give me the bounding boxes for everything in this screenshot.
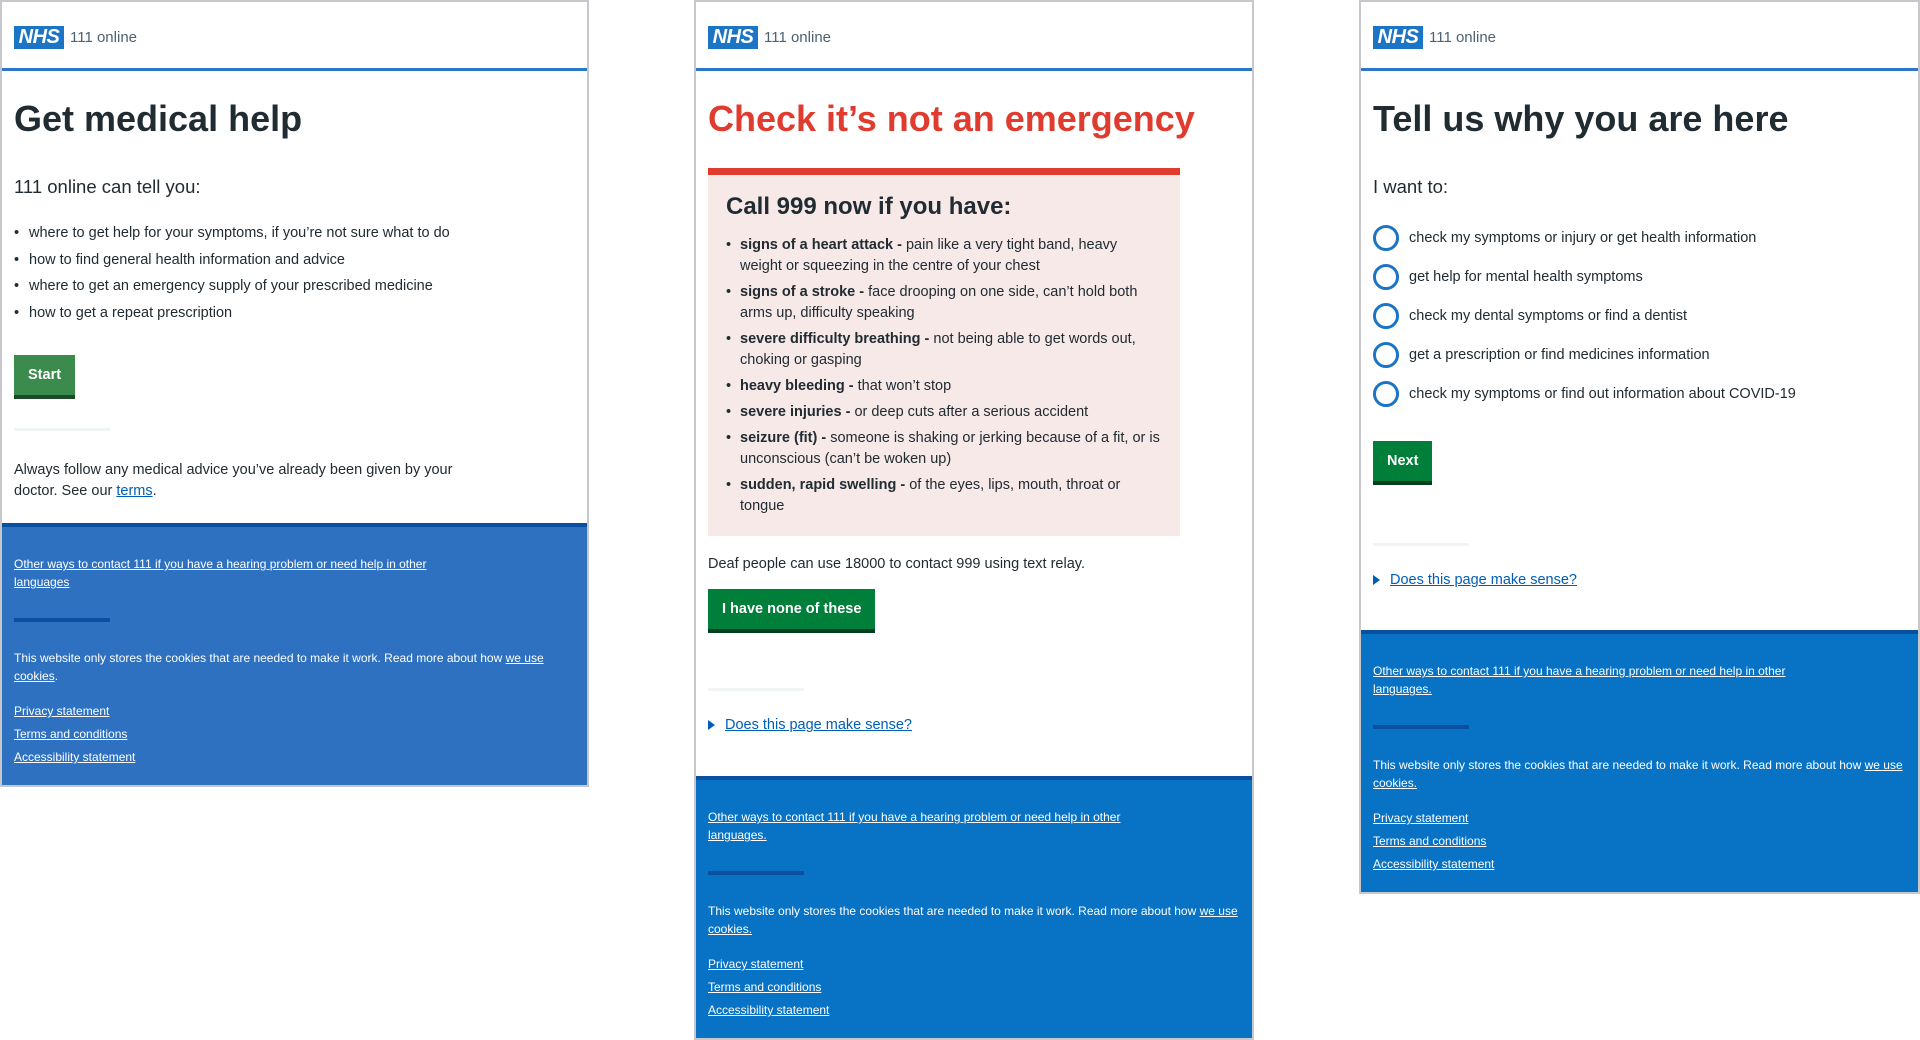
home-link[interactable]: NHS 111 online bbox=[708, 26, 831, 49]
panel-get-medical-help: NHS 111 online Get medical help 111 onli… bbox=[0, 0, 589, 787]
next-button[interactable]: Next bbox=[1373, 441, 1433, 486]
accessibility-statement-link[interactable]: Accessibility statement bbox=[708, 999, 1240, 1022]
reason-radio-group: check my symptoms or injury or get healt… bbox=[1373, 218, 1906, 413]
list-item: where to get help for your symptoms, if … bbox=[14, 220, 575, 247]
page-title: Check it’s not an emergency bbox=[708, 98, 1195, 139]
terms-conditions-link[interactable]: Terms and conditions bbox=[1373, 830, 1906, 853]
header: NHS 111 online bbox=[696, 2, 1252, 71]
emergency-item: heavy bleeding - that won’t stop bbox=[726, 376, 1162, 397]
panel-reason: NHS 111 online Tell us why you are here … bbox=[1359, 0, 1920, 894]
divider bbox=[14, 428, 110, 432]
nhs-logo: NHS bbox=[14, 26, 64, 49]
divider bbox=[1373, 543, 1469, 547]
emergency-item: signs of a heart attack - pain like a ve… bbox=[726, 235, 1162, 277]
accessibility-statement-link[interactable]: Accessibility statement bbox=[14, 746, 575, 769]
radio-option[interactable]: check my dental symptoms or find a denti… bbox=[1373, 296, 1906, 335]
list-item: how to get a repeat prescription bbox=[14, 300, 575, 327]
privacy-statement-link[interactable]: Privacy statement bbox=[1373, 807, 1906, 830]
start-button[interactable]: Start bbox=[14, 355, 76, 400]
terms-conditions-link[interactable]: Terms and conditions bbox=[14, 723, 575, 746]
nhs-logo: NHS bbox=[708, 26, 758, 49]
radio-option[interactable]: check my symptoms or find out informatio… bbox=[1373, 374, 1906, 413]
question-label: I want to: bbox=[1373, 176, 1449, 198]
footer: Other ways to contact 111 if you have a … bbox=[1361, 630, 1918, 892]
emergency-item: severe injuries - or deep cuts after a s… bbox=[726, 402, 1162, 423]
advice-text: Always follow any medical advice you’ve … bbox=[14, 462, 453, 500]
list-item: how to find general health information a… bbox=[14, 247, 575, 274]
page-title: Tell us why you are here bbox=[1373, 98, 1789, 139]
other-ways-link[interactable]: Other ways to contact 111 if you have a … bbox=[1373, 664, 1785, 696]
emergency-item: signs of a stroke - face drooping on one… bbox=[726, 282, 1162, 324]
emergency-symptoms-list: signs of a heart attack - pain like a ve… bbox=[726, 235, 1162, 517]
footer: Other ways to contact 111 if you have a … bbox=[2, 523, 587, 785]
page-feedback-link[interactable]: Does this page make sense? bbox=[725, 717, 912, 733]
privacy-statement-link[interactable]: Privacy statement bbox=[14, 700, 575, 723]
list-item: where to get an emergency supply of your… bbox=[14, 273, 575, 300]
radio-option[interactable]: get help for mental health symptoms bbox=[1373, 257, 1906, 296]
feedback-disclosure[interactable]: Does this page make sense? bbox=[708, 717, 1240, 733]
footer-divider bbox=[1373, 725, 1469, 729]
capabilities-list: where to get help for your symptoms, if … bbox=[14, 220, 575, 326]
service-name: 111 online bbox=[1429, 29, 1497, 46]
emergency-item: sudden, rapid swelling - of the eyes, li… bbox=[726, 475, 1162, 517]
emergency-callout: Call 999 now if you have: signs of a hea… bbox=[708, 168, 1180, 537]
privacy-statement-link[interactable]: Privacy statement bbox=[708, 953, 1240, 976]
footer-divider bbox=[14, 618, 110, 622]
callout-heading: Call 999 now if you have: bbox=[726, 193, 1012, 221]
none-of-these-button[interactable]: I have none of these bbox=[708, 589, 876, 634]
accessibility-statement-link[interactable]: Accessibility statement bbox=[1373, 853, 1906, 876]
cookie-notice: This website only stores the cookies tha… bbox=[1373, 758, 1903, 790]
terms-link[interactable]: terms bbox=[116, 483, 152, 499]
caret-right-icon bbox=[708, 720, 715, 731]
feedback-disclosure[interactable]: Does this page make sense? bbox=[1373, 572, 1906, 588]
radio-option[interactable]: check my symptoms or injury or get healt… bbox=[1373, 218, 1906, 257]
emergency-item: seizure (fit) - someone is shaking or je… bbox=[726, 428, 1162, 470]
terms-conditions-link[interactable]: Terms and conditions bbox=[708, 976, 1240, 999]
header: NHS 111 online bbox=[1361, 2, 1918, 71]
radio-button[interactable] bbox=[1373, 263, 1399, 290]
radio-button[interactable] bbox=[1373, 341, 1399, 368]
radio-button[interactable] bbox=[1373, 380, 1399, 407]
text-relay-info: Deaf people can use 18000 to contact 999… bbox=[708, 556, 1085, 573]
radio-option[interactable]: get a prescription or find medicines inf… bbox=[1373, 335, 1906, 374]
radio-button[interactable] bbox=[1373, 224, 1399, 251]
service-name: 111 online bbox=[764, 29, 832, 46]
footer: Other ways to contact 111 if you have a … bbox=[696, 776, 1252, 1038]
nhs-logo: NHS bbox=[1373, 26, 1423, 49]
home-link[interactable]: NHS 111 online bbox=[14, 26, 137, 49]
footer-divider bbox=[708, 871, 804, 875]
home-link[interactable]: NHS 111 online bbox=[1373, 26, 1496, 49]
caret-right-icon bbox=[1373, 575, 1380, 586]
service-name: 111 online bbox=[70, 29, 138, 46]
radio-button[interactable] bbox=[1373, 302, 1399, 329]
other-ways-link[interactable]: Other ways to contact 111 if you have a … bbox=[14, 557, 426, 589]
other-ways-link[interactable]: Other ways to contact 111 if you have a … bbox=[708, 810, 1120, 842]
emergency-item: severe difficulty breathing - not being … bbox=[726, 329, 1162, 371]
cookie-notice: This website only stores the cookies tha… bbox=[14, 651, 544, 683]
page-title: Get medical help bbox=[14, 98, 303, 139]
header: NHS 111 online bbox=[2, 2, 587, 71]
panel-check-emergency: NHS 111 online Check it’s not an emergen… bbox=[694, 0, 1254, 1040]
divider bbox=[708, 688, 804, 692]
page-feedback-link[interactable]: Does this page make sense? bbox=[1390, 572, 1577, 588]
cookie-notice: This website only stores the cookies tha… bbox=[708, 904, 1238, 936]
intro-text: 111 online can tell you: bbox=[14, 176, 201, 198]
